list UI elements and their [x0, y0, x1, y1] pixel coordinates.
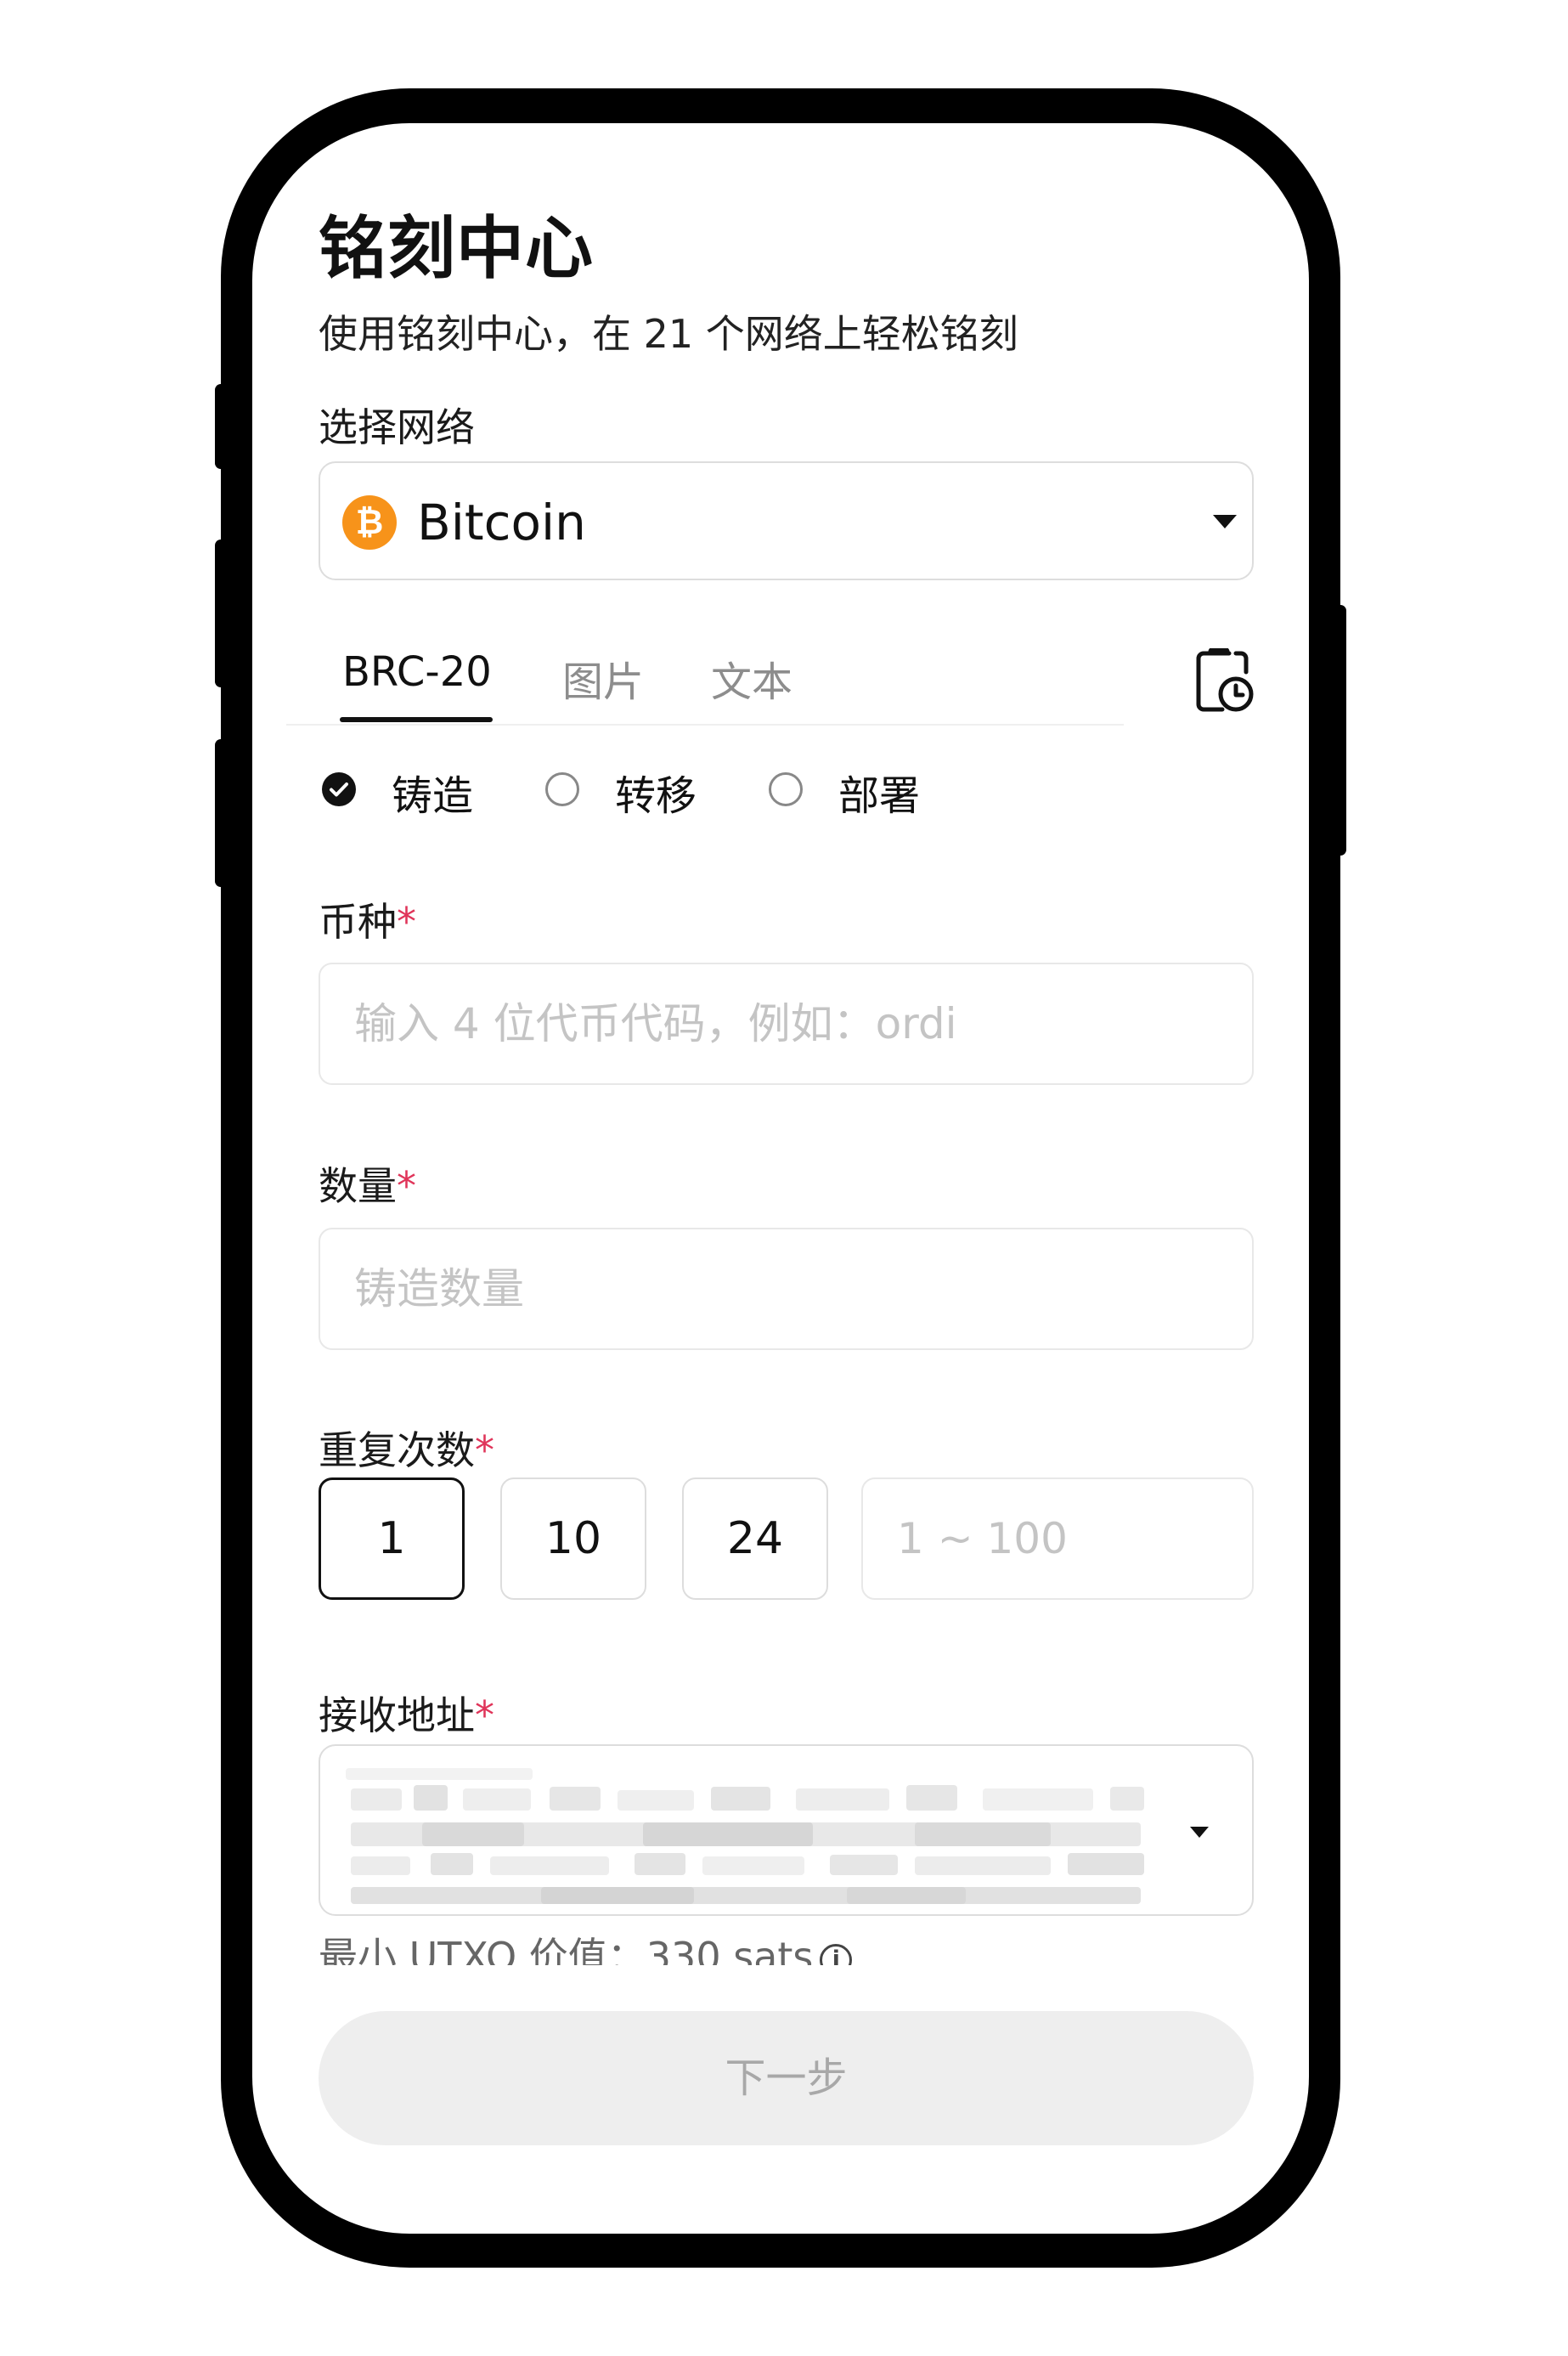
tab-image[interactable]: 图片 — [562, 648, 644, 708]
required-mark: * — [397, 1163, 416, 1209]
radio-transfer-label: 转移 — [615, 772, 697, 820]
amount-input[interactable] — [319, 1228, 1254, 1350]
repeat-option-1[interactable]: 1 — [319, 1477, 465, 1600]
ticker-label: 币种* — [319, 899, 416, 945]
page-title: 铭刻中心 — [319, 209, 594, 288]
active-tab-indicator — [340, 717, 493, 722]
network-selected-value: Bitcoin — [417, 494, 586, 551]
radio-unchecked-icon — [769, 772, 803, 806]
required-mark: * — [397, 899, 416, 945]
page-subtitle: 使用铭刻中心，在 21 个网络上轻松铭刻 — [319, 311, 1018, 357]
address-label: 接收地址* — [319, 1692, 494, 1738]
repeat-option-10[interactable]: 10 — [500, 1477, 646, 1600]
info-icon[interactable]: i — [820, 1943, 853, 1965]
required-mark: * — [475, 1427, 494, 1473]
network-select[interactable]: ₿ Bitcoin — [319, 461, 1254, 580]
tabs-divider — [286, 724, 1124, 726]
tab-text[interactable]: 文本 — [711, 648, 792, 708]
network-label: 选择网络 — [319, 404, 475, 450]
chevron-down-icon — [1213, 515, 1237, 528]
ticker-input[interactable] — [319, 963, 1254, 1085]
repeat-label: 重复次数* — [319, 1427, 494, 1473]
phone-screen: 铭刻中心 使用铭刻中心，在 21 个网络上轻松铭刻 选择网络 ₿ Bitcoin… — [252, 123, 1309, 2234]
min-utxo-text: 最小 UTXO 价值：330 sats — [319, 1934, 814, 1965]
tab-brc20[interactable]: BRC-20 — [342, 648, 492, 696]
min-utxo-hint: 最小 UTXO 价值：330 sats i — [319, 1926, 853, 1965]
amount-label: 数量* — [319, 1163, 416, 1209]
next-step-button[interactable]: 下一步 — [319, 2011, 1254, 2145]
required-mark: * — [475, 1692, 494, 1738]
radio-mint-label: 铸造 — [392, 772, 474, 820]
history-clock-icon[interactable] — [1195, 648, 1255, 713]
radio-deploy-label: 部署 — [838, 772, 921, 820]
side-button-power — [1334, 605, 1346, 856]
address-select[interactable] — [319, 1744, 1254, 1916]
side-button-volume-down — [215, 739, 227, 887]
bitcoin-icon: ₿ — [342, 495, 397, 550]
side-button-mute — [215, 384, 227, 469]
chevron-down-icon — [1190, 1827, 1209, 1838]
radio-unchecked-icon — [545, 772, 579, 806]
side-button-volume-up — [215, 540, 227, 687]
repeat-option-24[interactable]: 24 — [682, 1477, 828, 1600]
radio-checked-icon — [322, 772, 356, 806]
repeat-custom-input[interactable] — [861, 1477, 1254, 1600]
